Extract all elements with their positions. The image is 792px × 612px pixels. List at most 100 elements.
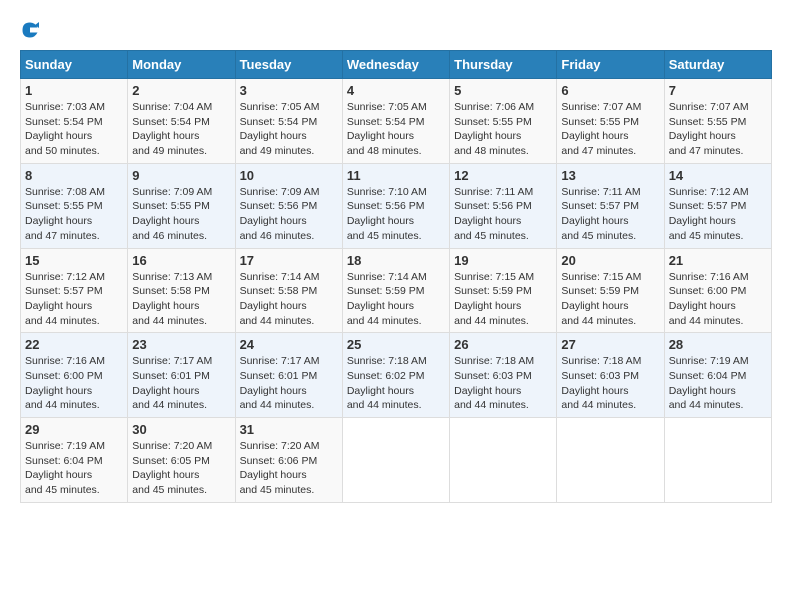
calendar-cell: 19 Sunrise: 7:15 AM Sunset: 5:59 PM Dayl…	[450, 248, 557, 333]
day-info: Sunrise: 7:12 AM Sunset: 5:57 PM Dayligh…	[25, 270, 123, 329]
calendar-header-row: SundayMondayTuesdayWednesdayThursdayFrid…	[21, 51, 772, 79]
day-info: Sunrise: 7:12 AM Sunset: 5:57 PM Dayligh…	[669, 185, 767, 244]
day-number: 20	[561, 253, 659, 268]
calendar-cell: 14 Sunrise: 7:12 AM Sunset: 5:57 PM Dayl…	[664, 163, 771, 248]
day-number: 17	[240, 253, 338, 268]
calendar-cell: 3 Sunrise: 7:05 AM Sunset: 5:54 PM Dayli…	[235, 79, 342, 164]
day-info: Sunrise: 7:18 AM Sunset: 6:02 PM Dayligh…	[347, 354, 445, 413]
calendar-cell: 22 Sunrise: 7:16 AM Sunset: 6:00 PM Dayl…	[21, 333, 128, 418]
calendar-cell: 1 Sunrise: 7:03 AM Sunset: 5:54 PM Dayli…	[21, 79, 128, 164]
day-number: 28	[669, 337, 767, 352]
calendar-cell: 18 Sunrise: 7:14 AM Sunset: 5:59 PM Dayl…	[342, 248, 449, 333]
day-info: Sunrise: 7:17 AM Sunset: 6:01 PM Dayligh…	[240, 354, 338, 413]
day-info: Sunrise: 7:14 AM Sunset: 5:59 PM Dayligh…	[347, 270, 445, 329]
calendar-cell: 25 Sunrise: 7:18 AM Sunset: 6:02 PM Dayl…	[342, 333, 449, 418]
day-number: 25	[347, 337, 445, 352]
calendar-week-2: 8 Sunrise: 7:08 AM Sunset: 5:55 PM Dayli…	[21, 163, 772, 248]
calendar-cell: 27 Sunrise: 7:18 AM Sunset: 6:03 PM Dayl…	[557, 333, 664, 418]
day-info: Sunrise: 7:10 AM Sunset: 5:56 PM Dayligh…	[347, 185, 445, 244]
calendar-week-1: 1 Sunrise: 7:03 AM Sunset: 5:54 PM Dayli…	[21, 79, 772, 164]
day-info: Sunrise: 7:06 AM Sunset: 5:55 PM Dayligh…	[454, 100, 552, 159]
day-number: 1	[25, 83, 123, 98]
calendar-cell	[450, 418, 557, 503]
day-info: Sunrise: 7:07 AM Sunset: 5:55 PM Dayligh…	[669, 100, 767, 159]
day-number: 23	[132, 337, 230, 352]
calendar-cell: 20 Sunrise: 7:15 AM Sunset: 5:59 PM Dayl…	[557, 248, 664, 333]
calendar-cell	[557, 418, 664, 503]
calendar-cell	[342, 418, 449, 503]
day-info: Sunrise: 7:20 AM Sunset: 6:06 PM Dayligh…	[240, 439, 338, 498]
day-number: 30	[132, 422, 230, 437]
calendar-cell: 6 Sunrise: 7:07 AM Sunset: 5:55 PM Dayli…	[557, 79, 664, 164]
day-info: Sunrise: 7:19 AM Sunset: 6:04 PM Dayligh…	[669, 354, 767, 413]
day-number: 14	[669, 168, 767, 183]
day-info: Sunrise: 7:09 AM Sunset: 5:56 PM Dayligh…	[240, 185, 338, 244]
calendar-cell: 15 Sunrise: 7:12 AM Sunset: 5:57 PM Dayl…	[21, 248, 128, 333]
calendar-cell: 13 Sunrise: 7:11 AM Sunset: 5:57 PM Dayl…	[557, 163, 664, 248]
day-number: 27	[561, 337, 659, 352]
day-number: 11	[347, 168, 445, 183]
day-info: Sunrise: 7:15 AM Sunset: 5:59 PM Dayligh…	[561, 270, 659, 329]
calendar-cell: 10 Sunrise: 7:09 AM Sunset: 5:56 PM Dayl…	[235, 163, 342, 248]
calendar-cell: 7 Sunrise: 7:07 AM Sunset: 5:55 PM Dayli…	[664, 79, 771, 164]
day-number: 21	[669, 253, 767, 268]
calendar-week-5: 29 Sunrise: 7:19 AM Sunset: 6:04 PM Dayl…	[21, 418, 772, 503]
day-info: Sunrise: 7:20 AM Sunset: 6:05 PM Dayligh…	[132, 439, 230, 498]
calendar-cell: 23 Sunrise: 7:17 AM Sunset: 6:01 PM Dayl…	[128, 333, 235, 418]
day-number: 15	[25, 253, 123, 268]
day-info: Sunrise: 7:18 AM Sunset: 6:03 PM Dayligh…	[561, 354, 659, 413]
day-info: Sunrise: 7:04 AM Sunset: 5:54 PM Dayligh…	[132, 100, 230, 159]
day-info: Sunrise: 7:03 AM Sunset: 5:54 PM Dayligh…	[25, 100, 123, 159]
calendar-week-3: 15 Sunrise: 7:12 AM Sunset: 5:57 PM Dayl…	[21, 248, 772, 333]
logo	[20, 20, 44, 40]
calendar-cell: 5 Sunrise: 7:06 AM Sunset: 5:55 PM Dayli…	[450, 79, 557, 164]
day-number: 10	[240, 168, 338, 183]
day-info: Sunrise: 7:11 AM Sunset: 5:57 PM Dayligh…	[561, 185, 659, 244]
day-number: 19	[454, 253, 552, 268]
day-info: Sunrise: 7:16 AM Sunset: 6:00 PM Dayligh…	[25, 354, 123, 413]
calendar-cell: 29 Sunrise: 7:19 AM Sunset: 6:04 PM Dayl…	[21, 418, 128, 503]
calendar-cell: 30 Sunrise: 7:20 AM Sunset: 6:05 PM Dayl…	[128, 418, 235, 503]
calendar-week-4: 22 Sunrise: 7:16 AM Sunset: 6:00 PM Dayl…	[21, 333, 772, 418]
day-info: Sunrise: 7:18 AM Sunset: 6:03 PM Dayligh…	[454, 354, 552, 413]
day-of-week-sunday: Sunday	[21, 51, 128, 79]
day-number: 16	[132, 253, 230, 268]
calendar-cell: 4 Sunrise: 7:05 AM Sunset: 5:54 PM Dayli…	[342, 79, 449, 164]
day-info: Sunrise: 7:09 AM Sunset: 5:55 PM Dayligh…	[132, 185, 230, 244]
day-of-week-monday: Monday	[128, 51, 235, 79]
calendar-table: SundayMondayTuesdayWednesdayThursdayFrid…	[20, 50, 772, 503]
day-number: 31	[240, 422, 338, 437]
day-info: Sunrise: 7:17 AM Sunset: 6:01 PM Dayligh…	[132, 354, 230, 413]
day-number: 8	[25, 168, 123, 183]
day-of-week-thursday: Thursday	[450, 51, 557, 79]
day-number: 9	[132, 168, 230, 183]
day-number: 22	[25, 337, 123, 352]
day-number: 26	[454, 337, 552, 352]
calendar-cell: 31 Sunrise: 7:20 AM Sunset: 6:06 PM Dayl…	[235, 418, 342, 503]
day-number: 3	[240, 83, 338, 98]
day-info: Sunrise: 7:07 AM Sunset: 5:55 PM Dayligh…	[561, 100, 659, 159]
calendar-cell: 17 Sunrise: 7:14 AM Sunset: 5:58 PM Dayl…	[235, 248, 342, 333]
calendar-cell: 9 Sunrise: 7:09 AM Sunset: 5:55 PM Dayli…	[128, 163, 235, 248]
day-info: Sunrise: 7:05 AM Sunset: 5:54 PM Dayligh…	[347, 100, 445, 159]
day-number: 13	[561, 168, 659, 183]
day-number: 12	[454, 168, 552, 183]
day-of-week-tuesday: Tuesday	[235, 51, 342, 79]
day-of-week-saturday: Saturday	[664, 51, 771, 79]
calendar-cell: 2 Sunrise: 7:04 AM Sunset: 5:54 PM Dayli…	[128, 79, 235, 164]
page-header	[20, 20, 772, 40]
logo-icon	[20, 20, 40, 40]
day-of-week-wednesday: Wednesday	[342, 51, 449, 79]
day-number: 29	[25, 422, 123, 437]
day-info: Sunrise: 7:19 AM Sunset: 6:04 PM Dayligh…	[25, 439, 123, 498]
day-info: Sunrise: 7:14 AM Sunset: 5:58 PM Dayligh…	[240, 270, 338, 329]
day-number: 6	[561, 83, 659, 98]
day-info: Sunrise: 7:16 AM Sunset: 6:00 PM Dayligh…	[669, 270, 767, 329]
calendar-cell: 16 Sunrise: 7:13 AM Sunset: 5:58 PM Dayl…	[128, 248, 235, 333]
day-info: Sunrise: 7:13 AM Sunset: 5:58 PM Dayligh…	[132, 270, 230, 329]
day-number: 18	[347, 253, 445, 268]
calendar-cell	[664, 418, 771, 503]
day-info: Sunrise: 7:11 AM Sunset: 5:56 PM Dayligh…	[454, 185, 552, 244]
calendar-cell: 26 Sunrise: 7:18 AM Sunset: 6:03 PM Dayl…	[450, 333, 557, 418]
day-info: Sunrise: 7:08 AM Sunset: 5:55 PM Dayligh…	[25, 185, 123, 244]
